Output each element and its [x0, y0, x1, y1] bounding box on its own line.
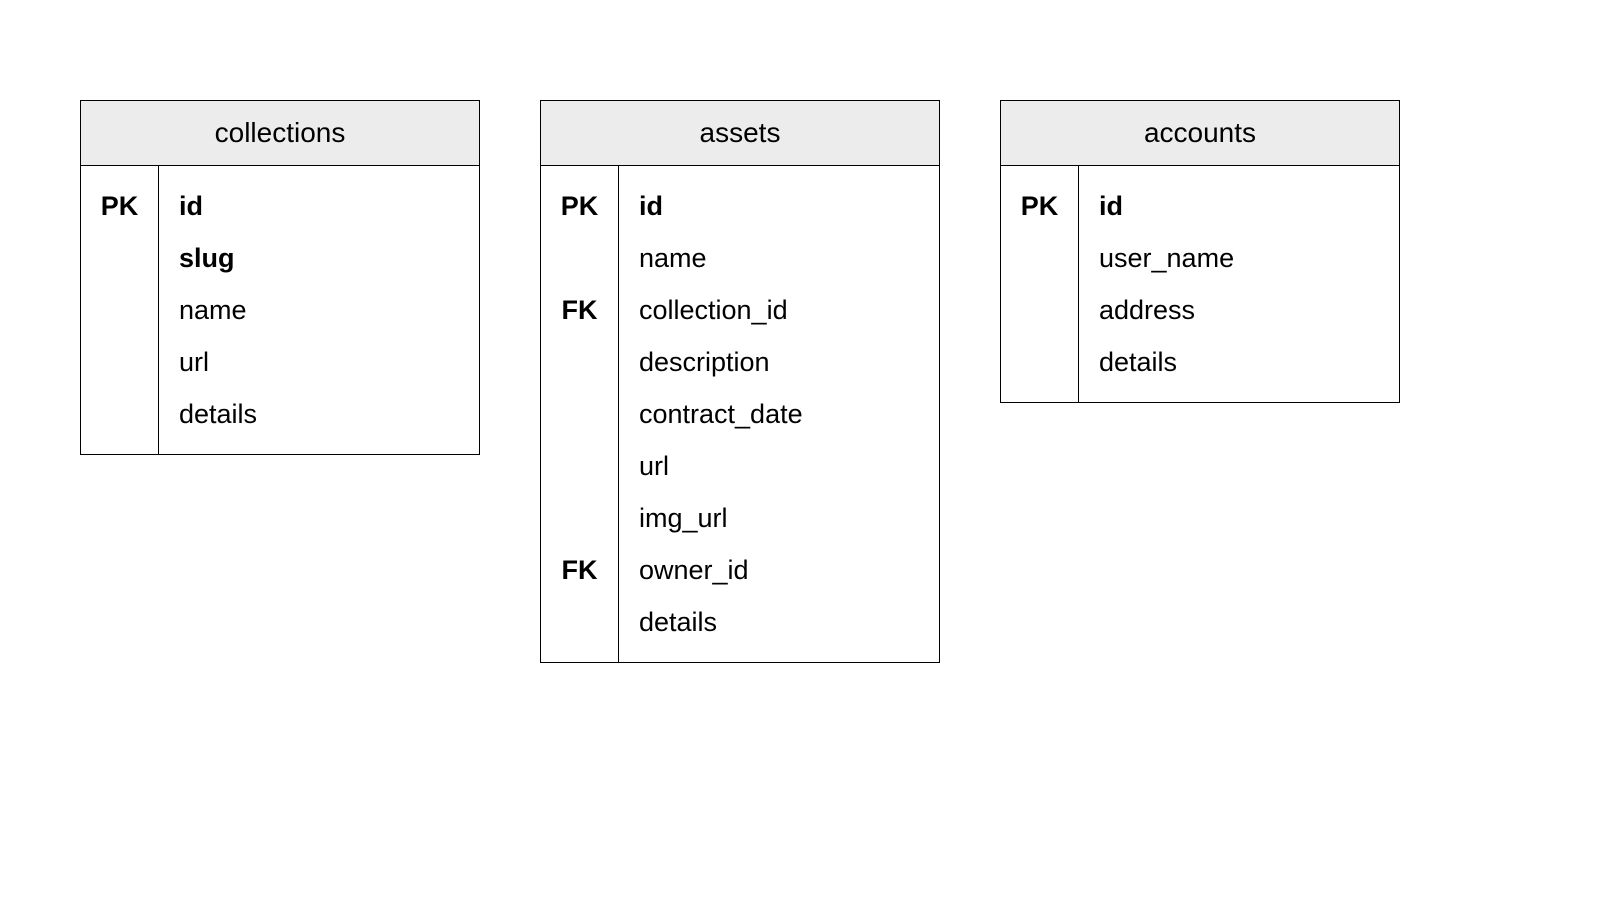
- field-cell: id: [159, 180, 479, 232]
- er-diagram: collections PK id slug name url details …: [0, 0, 1600, 900]
- entity-collections: collections PK id slug name url details: [80, 100, 480, 455]
- field-cell: id: [619, 180, 939, 232]
- entity-title: accounts: [1001, 101, 1399, 166]
- key-cell: [541, 440, 618, 492]
- field-cell: name: [159, 284, 479, 336]
- key-cell: [1001, 336, 1078, 388]
- field-cell: slug: [159, 232, 479, 284]
- key-cell: FK: [541, 284, 618, 336]
- field-cell: url: [619, 440, 939, 492]
- entity-body: PK id user_name address details: [1001, 166, 1399, 402]
- key-cell: [81, 232, 158, 284]
- field-cell: user_name: [1079, 232, 1399, 284]
- entity-body: PK FK FK id name collection_id descripti…: [541, 166, 939, 662]
- field-cell: details: [159, 388, 479, 440]
- key-cell: [541, 388, 618, 440]
- key-cell: [541, 492, 618, 544]
- field-cell: description: [619, 336, 939, 388]
- key-cell: [541, 232, 618, 284]
- key-cell: [81, 336, 158, 388]
- key-cell: [541, 596, 618, 648]
- field-cell: address: [1079, 284, 1399, 336]
- key-cell: FK: [541, 544, 618, 596]
- field-cell: contract_date: [619, 388, 939, 440]
- entity-title: assets: [541, 101, 939, 166]
- key-cell: PK: [1001, 180, 1078, 232]
- key-column: PK FK FK: [541, 166, 619, 662]
- entity-body: PK id slug name url details: [81, 166, 479, 454]
- field-cell: owner_id: [619, 544, 939, 596]
- field-cell: name: [619, 232, 939, 284]
- key-column: PK: [1001, 166, 1079, 402]
- field-column: id name collection_id description contra…: [619, 166, 939, 662]
- field-column: id slug name url details: [159, 166, 479, 454]
- field-cell: details: [1079, 336, 1399, 388]
- key-cell: PK: [81, 180, 158, 232]
- key-cell: [81, 284, 158, 336]
- entity-assets: assets PK FK FK id name collection_id de…: [540, 100, 940, 663]
- key-cell: [81, 388, 158, 440]
- field-cell: details: [619, 596, 939, 648]
- field-column: id user_name address details: [1079, 166, 1399, 402]
- key-column: PK: [81, 166, 159, 454]
- key-cell: [1001, 232, 1078, 284]
- entity-accounts: accounts PK id user_name address details: [1000, 100, 1400, 403]
- key-cell: [541, 336, 618, 388]
- field-cell: url: [159, 336, 479, 388]
- field-cell: img_url: [619, 492, 939, 544]
- key-cell: [1001, 284, 1078, 336]
- entity-title: collections: [81, 101, 479, 166]
- key-cell: PK: [541, 180, 618, 232]
- field-cell: collection_id: [619, 284, 939, 336]
- field-cell: id: [1079, 180, 1399, 232]
